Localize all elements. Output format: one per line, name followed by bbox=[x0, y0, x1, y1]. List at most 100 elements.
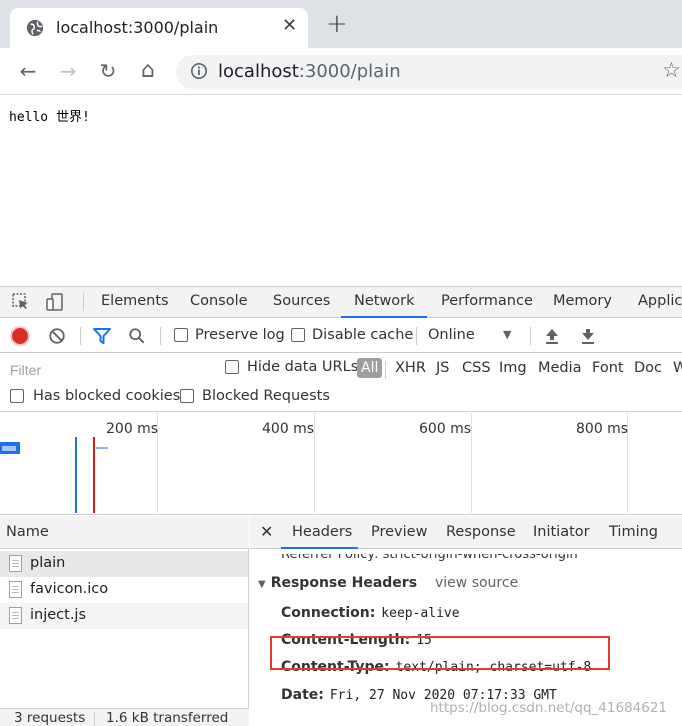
dom-content-loaded-marker bbox=[75, 437, 77, 513]
referrer-policy-row: Referrer Policy: strict-origin-when-cros… bbox=[281, 547, 578, 562]
new-tab-icon[interactable]: + bbox=[326, 11, 348, 37]
timeline-overview[interactable]: 200 ms 400 ms 600 ms 800 ms bbox=[0, 413, 682, 515]
timeline-tick-label: 800 ms bbox=[576, 421, 629, 437]
tab-timing[interactable]: Timing bbox=[609, 524, 658, 540]
back-icon[interactable]: ← bbox=[16, 59, 40, 83]
page-viewport: hello 世界! bbox=[0, 96, 682, 286]
browser-tab[interactable]: localhost:3000/plain ✕ bbox=[10, 8, 308, 48]
request-row[interactable]: inject.js bbox=[0, 603, 248, 629]
type-filter-font[interactable]: Font bbox=[592, 360, 624, 376]
import-har-icon[interactable] bbox=[543, 326, 561, 346]
devtools-panel: Elements Console Sources Network Perform… bbox=[0, 286, 682, 726]
request-row[interactable]: favicon.ico bbox=[0, 577, 248, 603]
tab-memory[interactable]: Memory bbox=[553, 293, 612, 309]
url-text: localhost:3000/plain bbox=[218, 61, 401, 82]
header-key: Connection: bbox=[281, 605, 376, 621]
address-bar[interactable]: localhost:3000/plain ☆ bbox=[176, 55, 682, 89]
close-tab-icon[interactable]: ✕ bbox=[282, 15, 297, 36]
bookmark-star-icon[interactable]: ☆ bbox=[662, 58, 681, 82]
close-icon[interactable]: ✕ bbox=[260, 522, 273, 541]
devtools-tab-bar: Elements Console Sources Network Perform… bbox=[0, 287, 682, 318]
forward-icon[interactable]: → bbox=[56, 59, 80, 83]
browser-toolbar: ← → ↻ ⌂ localhost:3000/plain ☆ bbox=[0, 48, 682, 95]
blocked-requests-checkbox[interactable] bbox=[180, 389, 194, 403]
tab-strip: localhost:3000/plain ✕ + bbox=[0, 0, 682, 48]
preserve-log-checkbox[interactable] bbox=[174, 328, 188, 342]
document-icon bbox=[9, 555, 22, 572]
filter-icon[interactable] bbox=[92, 327, 112, 345]
response-headers-section[interactable]: ▼ Response Headers bbox=[258, 575, 417, 591]
throttle-select[interactable]: Online bbox=[428, 327, 475, 343]
disable-cache-checkbox[interactable] bbox=[291, 328, 305, 342]
toolbar-divider bbox=[416, 327, 417, 345]
type-filter-all[interactable]: All bbox=[357, 358, 383, 378]
request-list-header: Name bbox=[0, 516, 249, 549]
toolbar-divider bbox=[160, 327, 161, 345]
has-blocked-cookies-checkbox[interactable] bbox=[10, 389, 24, 403]
tab-performance[interactable]: Performance bbox=[441, 293, 533, 309]
timeline-tick-label: 400 ms bbox=[262, 421, 315, 437]
timeline-tick-label: 200 ms bbox=[106, 421, 159, 437]
header-value: keep-alive bbox=[381, 606, 460, 621]
hide-data-urls-checkbox[interactable] bbox=[225, 360, 239, 374]
type-filter-xhr[interactable]: XHR bbox=[395, 360, 426, 376]
chevron-down-icon[interactable]: ▼ bbox=[503, 328, 511, 341]
home-icon[interactable]: ⌂ bbox=[136, 59, 160, 83]
toolbar-divider bbox=[80, 327, 81, 345]
tab-response[interactable]: Response bbox=[446, 524, 516, 540]
tab-elements[interactable]: Elements bbox=[101, 293, 169, 309]
page-text: hello 世界! bbox=[9, 110, 90, 125]
type-filter-css[interactable]: CSS bbox=[462, 360, 491, 376]
toolbar-divider bbox=[94, 712, 95, 726]
tab-initiator[interactable]: Initiator bbox=[533, 524, 590, 540]
tab-console[interactable]: Console bbox=[190, 293, 248, 309]
timeline-tick-label: 600 ms bbox=[419, 421, 472, 437]
export-har-icon[interactable] bbox=[579, 326, 597, 346]
reload-icon[interactable]: ↻ bbox=[96, 59, 120, 83]
type-filter-img[interactable]: Img bbox=[499, 360, 527, 376]
header-row: Connection: keep-alive bbox=[281, 605, 460, 621]
triangle-down-icon: ▼ bbox=[258, 579, 266, 590]
view-source-link[interactable]: view source bbox=[435, 575, 518, 591]
type-filter-media[interactable]: Media bbox=[538, 360, 582, 376]
disable-cache-label: Disable cache bbox=[312, 327, 414, 343]
request-name: inject.js bbox=[30, 607, 87, 623]
request-name: favicon.ico bbox=[30, 581, 109, 597]
blocked-requests-label: Blocked Requests bbox=[202, 388, 330, 404]
info-icon[interactable] bbox=[190, 62, 208, 80]
details-tab-bar: ✕ Headers Preview Response Initiator Tim… bbox=[250, 516, 682, 549]
search-icon[interactable] bbox=[128, 327, 146, 345]
request-details-panel: ✕ Headers Preview Response Initiator Tim… bbox=[250, 516, 682, 726]
device-toggle-icon[interactable] bbox=[45, 292, 65, 312]
tab-application[interactable]: Applica bbox=[638, 293, 682, 309]
active-tab-indicator bbox=[281, 547, 358, 549]
toolbar-divider bbox=[530, 327, 531, 345]
clear-icon[interactable] bbox=[48, 327, 66, 345]
grid-line bbox=[471, 413, 472, 513]
request-name: plain bbox=[30, 555, 66, 571]
transfer-size: 1.6 kB transferred bbox=[106, 710, 229, 726]
tab-network[interactable]: Network bbox=[354, 293, 415, 309]
type-filter-js[interactable]: JS bbox=[436, 360, 449, 376]
preserve-log-label: Preserve log bbox=[195, 327, 285, 343]
tab-headers[interactable]: Headers bbox=[292, 524, 352, 540]
name-column-header[interactable]: Name bbox=[6, 524, 49, 540]
grid-line bbox=[314, 413, 315, 513]
load-event-marker bbox=[93, 437, 95, 513]
tab-preview[interactable]: Preview bbox=[371, 524, 427, 540]
tab-title: localhost:3000/plain bbox=[56, 18, 219, 37]
request-list: Name plain favicon.ico inject.js 3 reque… bbox=[0, 516, 249, 726]
filter-input[interactable] bbox=[5, 359, 210, 381]
inspect-element-icon[interactable] bbox=[11, 292, 31, 312]
request-row[interactable]: plain bbox=[0, 551, 248, 577]
type-filter-doc[interactable]: Doc bbox=[634, 360, 662, 376]
request-waterfall-bar bbox=[96, 447, 108, 449]
record-icon[interactable] bbox=[12, 328, 28, 344]
document-icon bbox=[9, 581, 22, 598]
header-key: Date: bbox=[281, 687, 324, 703]
tab-sources[interactable]: Sources bbox=[273, 293, 330, 309]
has-blocked-cookies-label: Has blocked cookies bbox=[33, 388, 181, 404]
hide-data-urls-label: Hide data URLs bbox=[247, 359, 359, 375]
type-filter-ws[interactable]: W bbox=[673, 360, 682, 376]
toolbar-divider bbox=[83, 293, 84, 311]
